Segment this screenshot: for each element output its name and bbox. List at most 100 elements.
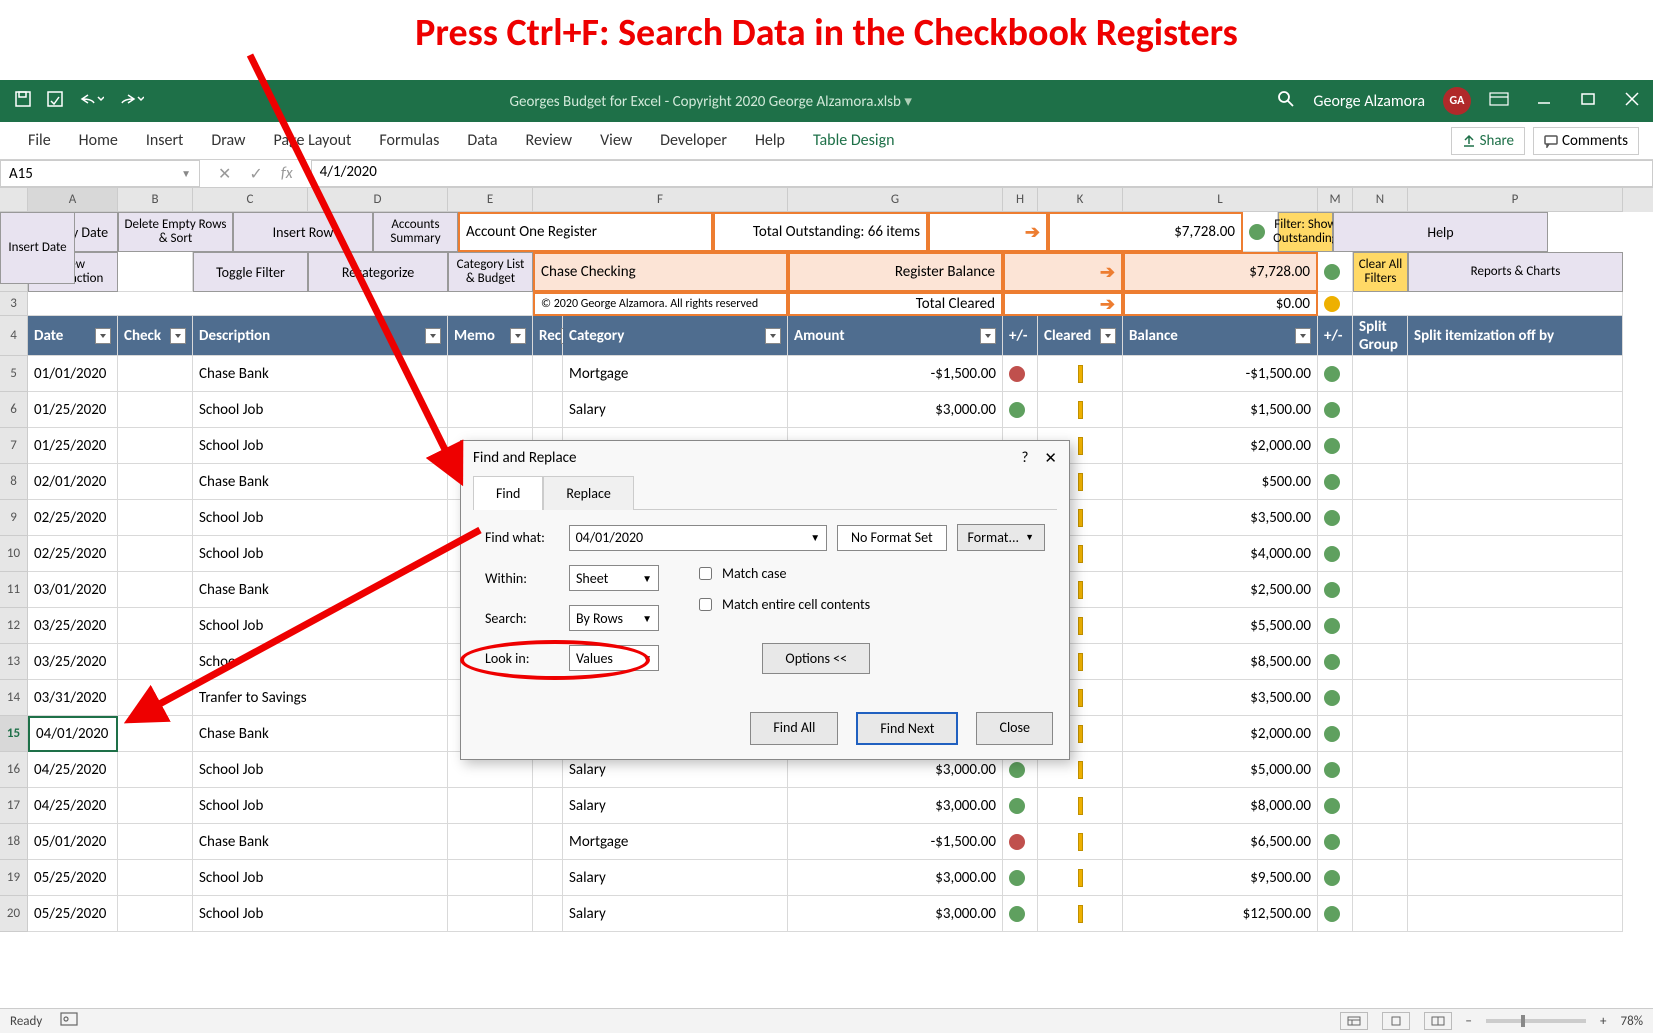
row-header[interactable]: 13 <box>0 644 28 680</box>
split-off-cell[interactable] <box>1408 644 1623 680</box>
category-cell[interactable]: Salary <box>563 788 788 824</box>
col-header-H[interactable]: H <box>1003 188 1038 212</box>
balance-cell[interactable]: $2,000.00 <box>1123 716 1318 752</box>
lookin-select[interactable]: Values▼ <box>569 645 659 671</box>
delete-empty-button[interactable]: Delete Empty Rows & Sort <box>118 212 233 252</box>
description-cell[interactable]: School Job <box>193 788 448 824</box>
check-cell[interactable] <box>118 428 193 464</box>
zoom-slider[interactable] <box>1486 1019 1586 1023</box>
description-cell[interactable]: School Job <box>193 392 448 428</box>
balance-cell[interactable]: $3,500.00 <box>1123 500 1318 536</box>
comments-button[interactable]: Comments <box>1533 127 1639 155</box>
split-cell[interactable] <box>1353 752 1408 788</box>
tab-data[interactable]: Data <box>453 123 511 158</box>
row-header[interactable]: 14 <box>0 680 28 716</box>
findnext-button[interactable]: Find Next <box>856 712 958 745</box>
split-cell[interactable] <box>1353 536 1408 572</box>
table-header[interactable]: Check <box>118 316 193 356</box>
table-header[interactable]: +/- <box>1318 316 1353 356</box>
col-header-F[interactable]: F <box>533 188 788 212</box>
recategorize-button[interactable]: Recategorize <box>308 252 448 292</box>
split-off-cell[interactable] <box>1408 752 1623 788</box>
tab-view[interactable]: View <box>586 123 646 158</box>
split-off-cell[interactable] <box>1408 536 1623 572</box>
check-cell[interactable] <box>118 752 193 788</box>
description-cell[interactable]: School Job <box>193 428 448 464</box>
description-cell[interactable]: School Job <box>193 536 448 572</box>
tab-replace-dialog[interactable]: Replace <box>543 476 633 510</box>
check-cell[interactable] <box>118 500 193 536</box>
avatar[interactable]: GA <box>1443 87 1471 115</box>
split-off-cell[interactable] <box>1408 860 1623 896</box>
description-cell[interactable]: Chase Bank <box>193 356 448 392</box>
tab-formulas[interactable]: Formulas <box>365 123 453 158</box>
reports-charts-button[interactable]: Reports & Charts <box>1408 252 1623 292</box>
date-cell[interactable]: 04/25/2020 <box>28 788 118 824</box>
date-cell[interactable]: 01/25/2020 <box>28 392 118 428</box>
table-header[interactable]: Date <box>28 316 118 356</box>
amount-cell[interactable]: $3,000.00 <box>788 392 1003 428</box>
description-cell[interactable]: Schoo <box>193 644 448 680</box>
split-cell[interactable] <box>1353 356 1408 392</box>
format-button[interactable]: Format...▼ <box>957 524 1045 551</box>
check-cell[interactable] <box>118 788 193 824</box>
balance-cell[interactable]: $1,500.00 <box>1123 392 1318 428</box>
tab-table-design[interactable]: Table Design <box>799 123 909 158</box>
ribbon-options-icon[interactable] <box>1489 92 1509 111</box>
date-cell[interactable]: 03/25/2020 <box>28 608 118 644</box>
row-header[interactable]: 10 <box>0 536 28 572</box>
cancel-formula-icon[interactable]: ✕ <box>218 164 231 184</box>
split-off-cell[interactable] <box>1408 716 1623 752</box>
cleared-cell[interactable] <box>1038 788 1123 824</box>
zoom-out-icon[interactable]: − <box>1466 1014 1472 1029</box>
findall-button[interactable]: Find All <box>750 712 838 745</box>
check-cell[interactable] <box>118 572 193 608</box>
search-select[interactable]: By Rows▼ <box>569 605 659 631</box>
row-header[interactable]: 9 <box>0 500 28 536</box>
dialog-close-icon[interactable]: ✕ <box>1044 449 1057 467</box>
balance-cell[interactable]: $8,000.00 <box>1123 788 1318 824</box>
memo-cell[interactable] <box>448 392 533 428</box>
category-cell[interactable]: Mortgage <box>563 824 788 860</box>
split-cell[interactable] <box>1353 464 1408 500</box>
table-header[interactable]: Category <box>563 316 788 356</box>
maximize-icon[interactable] <box>1581 92 1595 111</box>
split-cell[interactable] <box>1353 572 1408 608</box>
memo-cell[interactable] <box>448 860 533 896</box>
table-header[interactable]: Rec <box>533 316 563 356</box>
help-button[interactable]: Help <box>1333 212 1548 252</box>
col-header-G[interactable]: G <box>788 188 1003 212</box>
rec-cell[interactable] <box>533 788 563 824</box>
table-header[interactable]: Split itemization off by <box>1408 316 1623 356</box>
row-header[interactable]: 12 <box>0 608 28 644</box>
check-cell[interactable] <box>118 644 193 680</box>
zoom-in-icon[interactable]: + <box>1600 1014 1606 1029</box>
description-cell[interactable]: School Job <box>193 752 448 788</box>
check-cell[interactable] <box>118 392 193 428</box>
description-cell[interactable]: School Job <box>193 860 448 896</box>
balance-cell[interactable]: $9,500.00 <box>1123 860 1318 896</box>
balance-cell[interactable]: $8,500.00 <box>1123 644 1318 680</box>
check-cell[interactable] <box>118 536 193 572</box>
description-cell[interactable]: Chase Bank <box>193 824 448 860</box>
description-cell[interactable]: School Job <box>193 896 448 932</box>
matchcell-checkbox[interactable] <box>699 598 712 611</box>
save-icon[interactable] <box>14 90 32 113</box>
split-off-cell[interactable] <box>1408 392 1623 428</box>
col-header-E[interactable]: E <box>448 188 533 212</box>
matchcase-checkbox[interactable] <box>699 567 712 580</box>
amount-cell[interactable]: -$1,500.00 <box>788 824 1003 860</box>
date-cell[interactable]: 03/31/2020 <box>28 680 118 716</box>
row-header[interactable]: 6 <box>0 392 28 428</box>
cleared-cell[interactable] <box>1038 392 1123 428</box>
close-icon[interactable] <box>1625 92 1639 111</box>
cleared-cell[interactable] <box>1038 356 1123 392</box>
name-box[interactable]: A15▼ <box>0 160 200 187</box>
description-cell[interactable]: School Job <box>193 608 448 644</box>
check-cell[interactable] <box>118 716 193 752</box>
close-button[interactable]: Close <box>976 712 1053 745</box>
check-cell[interactable] <box>118 608 193 644</box>
balance-cell[interactable]: $12,500.00 <box>1123 896 1318 932</box>
col-header-B[interactable]: B <box>118 188 193 212</box>
table-header[interactable]: Balance <box>1123 316 1318 356</box>
